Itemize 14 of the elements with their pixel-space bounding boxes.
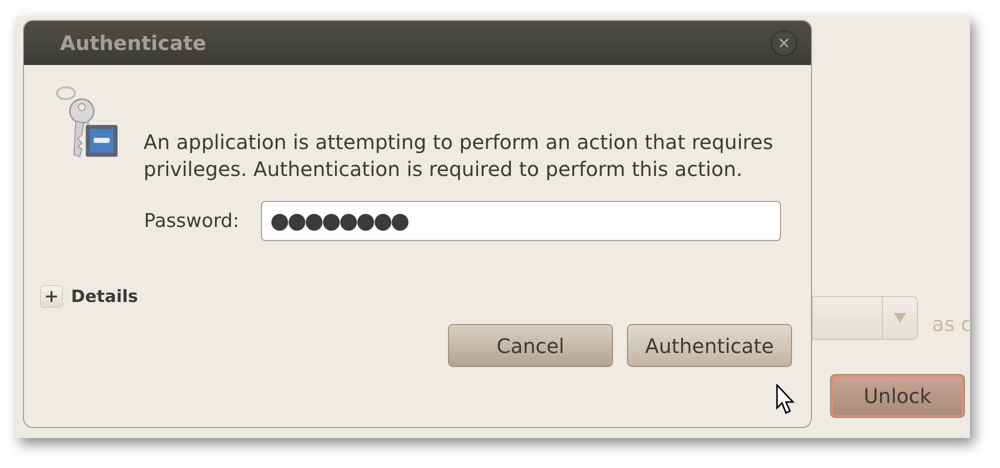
close-icon (779, 38, 789, 48)
cancel-button[interactable]: Cancel (448, 324, 613, 367)
mouse-pointer-icon (776, 384, 796, 416)
close-button[interactable] (771, 30, 797, 56)
message-text: An application is attempting to perform an action that requires privileges. Authentication is required to perform this action. (144, 129, 774, 183)
expander-button[interactable] (40, 285, 63, 308)
authenticate-button[interactable]: Authenticate (627, 324, 792, 367)
window-title: Authenticate (60, 31, 206, 55)
details-label[interactable]: Details (71, 286, 138, 306)
password-label: Password: (144, 210, 240, 232)
unlock-button[interactable]: Unlock (830, 374, 965, 418)
password-field[interactable]: ●●●●●●●● (261, 201, 782, 241)
dropdown-arrow-icon (894, 313, 906, 323)
plus-icon (46, 291, 57, 302)
